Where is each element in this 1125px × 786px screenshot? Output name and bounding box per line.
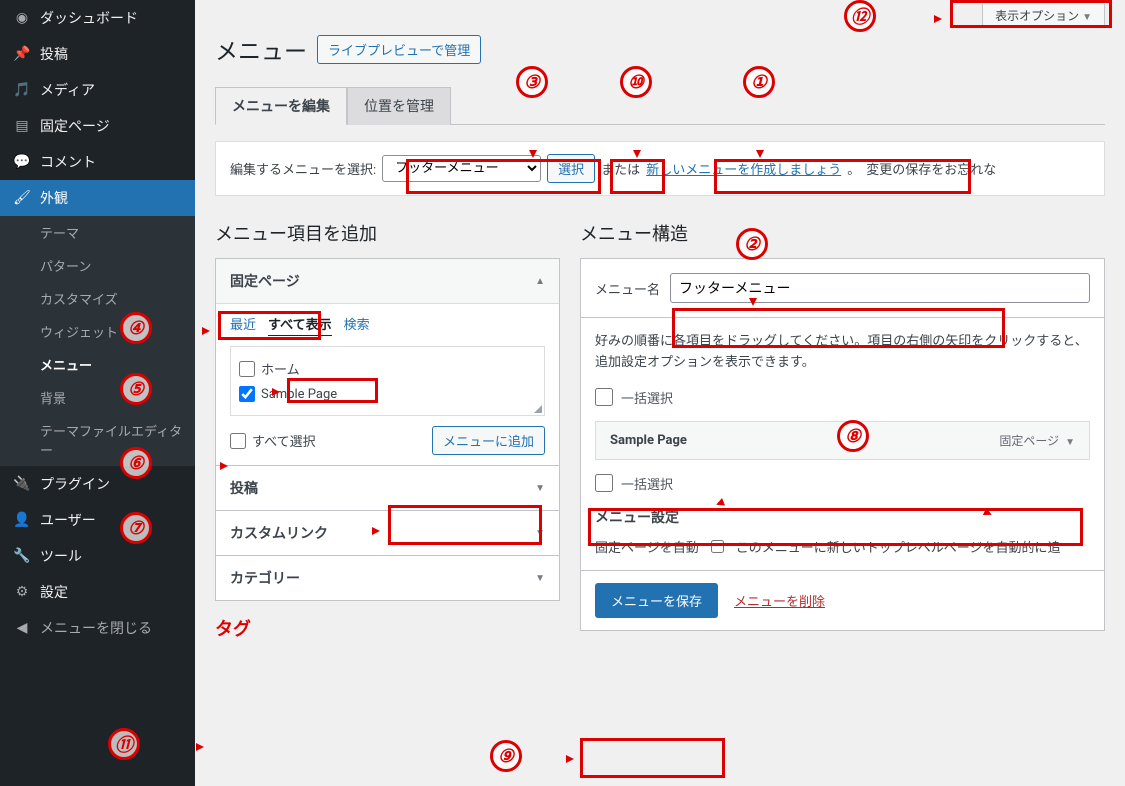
sidebar-item-posts[interactable]: 📌投稿 [0,36,195,72]
submenu-menus[interactable]: メニュー [0,348,195,381]
tags-heading: タグ [215,615,560,641]
add-items-title: メニュー項目を追加 [215,220,560,246]
accordion-categories-header[interactable]: カテゴリー▼ [216,556,559,600]
select-label: 編集するメニューを選択: [230,159,376,178]
submenu-widgets[interactable]: ウィジェット [0,315,195,348]
media-icon: 🎵 [12,80,32,100]
checkbox-select-all[interactable] [230,433,246,449]
sidebar-item-settings[interactable]: ⚙設定 [0,574,195,610]
pages-list: ホーム Sample Page [230,346,545,416]
collapse-icon: ◀ [12,618,32,638]
checkbox-home[interactable] [239,361,255,377]
tab-manage-locations[interactable]: 位置を管理 [347,87,451,125]
sidebar-item-comments[interactable]: 💬コメント [0,144,195,180]
submenu-customize[interactable]: カスタマイズ [0,282,195,315]
accordion-posts-header[interactable]: 投稿▼ [216,466,559,510]
delete-menu-link[interactable]: メニューを削除 [734,591,825,610]
sidebar-item-dashboard[interactable]: ◉ダッシュボード [0,0,195,36]
submenu-background[interactable]: 背景 [0,381,195,414]
sidebar-item-plugins[interactable]: 🔌プラグイン [0,466,195,502]
user-icon: 👤 [12,510,32,530]
live-preview-button[interactable]: ライブプレビューで管理 [317,35,481,64]
save-menu-button[interactable]: メニューを保存 [595,583,718,618]
dashboard-icon: ◉ [12,8,32,28]
menu-item-sample-page[interactable]: Sample Page 固定ページ ▼ [595,421,1090,460]
accordion-pages: 固定ページ ▲ 最近 すべて表示 検索 ホーム Sample Page [215,258,560,466]
plugin-icon: 🔌 [12,474,32,494]
sidebar-item-media[interactable]: 🎵メディア [0,72,195,108]
sidebar-item-users[interactable]: 👤ユーザー [0,502,195,538]
menu-structure-title: メニュー構造 [580,220,1105,246]
triangle-up-icon: ▲ [535,276,545,287]
tab-edit-menus[interactable]: メニューを編集 [215,87,347,125]
submenu-editor[interactable]: テーマファイルエディター [0,414,195,466]
sidebar-item-collapse[interactable]: ◀メニューを閉じる [0,610,195,646]
triangle-down-icon: ▼ [535,483,545,494]
resize-handle[interactable] [534,405,542,413]
sidebar-item-appearance[interactable]: 🖌外観 [0,180,195,216]
triangle-down-icon: ▼ [535,573,545,584]
bulk-select-top[interactable] [595,388,613,406]
bulk-select-bottom[interactable] [595,474,613,492]
menu-name-input[interactable] [670,273,1090,303]
submenu-patterns[interactable]: パターン [0,249,195,282]
comment-icon: 💬 [12,152,32,172]
accordion-pages-header[interactable]: 固定ページ ▲ [216,259,559,304]
triangle-down-icon: ▼ [1065,437,1075,448]
page-title: メニュー [215,32,307,66]
page-icon: ▤ [12,116,32,136]
submenu-themes[interactable]: テーマ [0,216,195,249]
nav-tabs: メニューを編集 位置を管理 [215,86,1105,125]
add-to-menu-button[interactable]: メニューに追加 [432,426,545,455]
sidebar-item-pages[interactable]: ▤固定ページ [0,108,195,144]
accordion-categories: カテゴリー▼ [215,556,560,601]
pin-icon: 📌 [12,44,32,64]
tab-search[interactable]: 検索 [344,314,370,336]
menu-name-label: メニュー名 [595,279,660,298]
appearance-submenu: テーマ パターン カスタマイズ ウィジェット メニュー 背景 テーマファイルエデ… [0,216,195,466]
tool-icon: 🔧 [12,546,32,566]
sidebar-item-tools[interactable]: 🔧ツール [0,538,195,574]
settings-icon: ⚙ [12,582,32,602]
brush-icon: 🖌 [12,188,32,208]
checkbox-sample[interactable] [239,386,255,402]
admin-sidebar: ◉ダッシュボード 📌投稿 🎵メディア ▤固定ページ 💬コメント 🖌外観 テーマ … [0,0,195,786]
